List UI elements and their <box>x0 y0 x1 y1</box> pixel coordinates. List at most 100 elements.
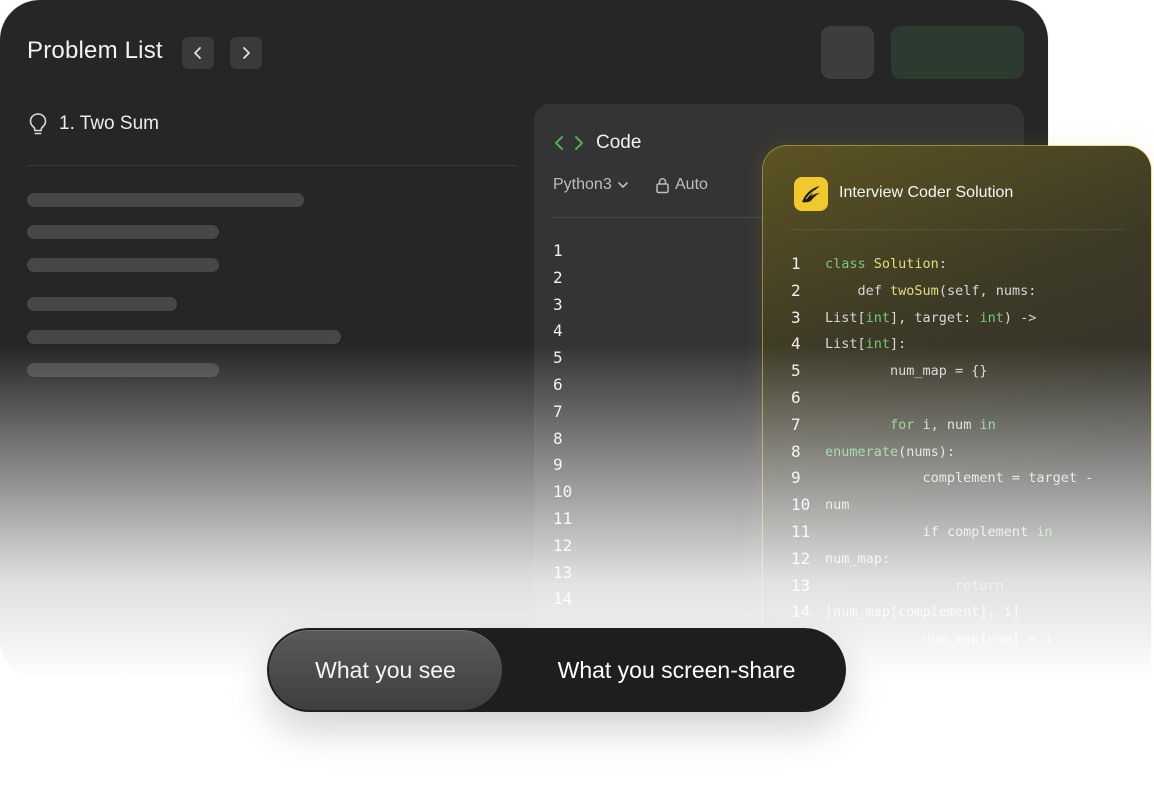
page-title: Problem List <box>27 37 163 64</box>
next-problem-button[interactable] <box>230 37 262 69</box>
code-panel-header: Code <box>554 132 641 154</box>
line-number: 12 <box>553 535 573 555</box>
line-number: 6 <box>553 374 563 394</box>
problem-divider <box>27 165 517 166</box>
code-token: int <box>865 309 891 326</box>
code-line: num_map: <box>825 546 1135 573</box>
line-number: 10 <box>791 495 811 515</box>
code-token: in <box>979 416 996 433</box>
code-token: num <box>825 497 850 514</box>
chevron-left-icon <box>194 47 201 59</box>
code-line: enumerate(nums): <box>825 439 1135 466</box>
code-token: int <box>865 336 891 353</box>
code-token: num_map = {} <box>825 363 988 380</box>
line-number: 11 <box>553 508 573 528</box>
line-number: 4 <box>791 334 801 354</box>
line-number: 12 <box>791 548 811 568</box>
line-number: 13 <box>791 575 811 595</box>
code-line: num <box>825 492 1135 519</box>
chevron-right-icon <box>243 47 250 59</box>
code-brackets-icon <box>555 136 583 150</box>
problem-heading: 1. Two Sum <box>27 112 159 136</box>
code-token: int <box>979 309 1004 326</box>
line-number: 13 <box>553 562 573 582</box>
lightbulb-icon <box>29 113 47 135</box>
code-token: ) -> <box>1003 309 1037 326</box>
code-line: num_map[num] = i <box>825 626 1135 653</box>
code-token: (self, nums: <box>938 282 1037 299</box>
line-number: 2 <box>791 280 801 300</box>
code-token: List[ <box>825 336 866 353</box>
code-token: ]: <box>890 336 907 353</box>
chevron-down-icon <box>617 182 628 188</box>
view-toggle: What you see What you screen-share <box>267 628 846 712</box>
what-you-see-option[interactable]: What you see <box>269 630 502 710</box>
run-button[interactable] <box>821 26 874 79</box>
code-line: List[int], target: int) -> <box>825 305 1135 332</box>
code-token: for <box>890 416 915 433</box>
code-line: class Solution: <box>825 251 1135 278</box>
code-line: complement = target - <box>825 465 1135 492</box>
code-token: i, num <box>914 416 980 433</box>
code-line: List[int]: <box>825 331 1135 358</box>
line-number: 14 <box>791 602 811 622</box>
line-number: 8 <box>553 428 563 448</box>
code-token: twoSum <box>890 282 939 299</box>
code-token: complement = target - <box>825 470 1094 487</box>
description-placeholder-line <box>27 193 304 207</box>
screen-share-option[interactable]: What you screen-share <box>507 628 846 712</box>
code-token: [num_map[complement], i] <box>825 604 1021 621</box>
language-select[interactable]: Python3 <box>553 176 630 194</box>
line-number: 10 <box>553 482 573 502</box>
code-line: [num_map[complement], i] <box>825 599 1135 626</box>
code-line: return <box>825 573 1135 600</box>
code-line: num_map = {} <box>825 358 1135 385</box>
solution-divider <box>791 229 1123 230</box>
line-number: 9 <box>791 468 801 488</box>
description-placeholder-line <box>27 297 177 311</box>
solution-title: Interview Coder Solution <box>839 184 1014 201</box>
line-number: 5 <box>791 361 801 381</box>
line-number: 7 <box>553 401 563 421</box>
description-placeholder-line <box>27 363 219 377</box>
line-number: 3 <box>553 294 563 314</box>
line-number: 1 <box>791 254 801 273</box>
code-line: def twoSum(self, nums: <box>825 278 1135 305</box>
code-panel-title: Code <box>596 132 642 153</box>
solution-code: class Solution: def twoSum(self, nums: Li… <box>825 251 1135 653</box>
line-number: 6 <box>791 387 801 407</box>
interview-coder-logo <box>794 177 828 211</box>
prev-problem-button[interactable] <box>182 37 214 69</box>
line-number: 7 <box>791 414 801 434</box>
solution-line-numbers: 1 2 3 4 5 6 7 8 9 10 11 12 13 14 <box>791 251 810 626</box>
code-line: for i, num in <box>825 412 1135 439</box>
description-placeholder-line <box>27 258 219 272</box>
code-token: enumerate <box>825 443 899 460</box>
line-number: 11 <box>791 521 811 541</box>
code-token: return <box>955 577 1004 594</box>
code-token: Solution <box>873 256 939 272</box>
description-placeholder-line <box>27 225 219 239</box>
wing-logo-icon <box>802 186 820 203</box>
line-number: 3 <box>791 307 801 327</box>
code-token: def <box>825 282 891 299</box>
code-token: class <box>825 256 874 272</box>
auto-mode-toggle[interactable]: Auto <box>655 176 708 194</box>
problem-title: 1. Two Sum <box>59 113 159 134</box>
code-token: List[ <box>825 309 866 326</box>
code-token: num_map[num] = i <box>825 631 1053 648</box>
line-number: 9 <box>553 455 563 475</box>
language-label: Python3 <box>553 176 612 193</box>
code-token: (nums): <box>898 443 956 460</box>
code-line: if complement in <box>825 519 1135 546</box>
code-token: : <box>938 256 947 272</box>
line-number: 8 <box>791 441 801 461</box>
code-token: num_map: <box>825 550 891 567</box>
code-token: in <box>1036 523 1053 540</box>
line-number: 1 <box>553 241 563 260</box>
line-number: 14 <box>553 589 573 609</box>
lock-icon <box>656 177 669 193</box>
submit-button[interactable] <box>891 26 1024 79</box>
